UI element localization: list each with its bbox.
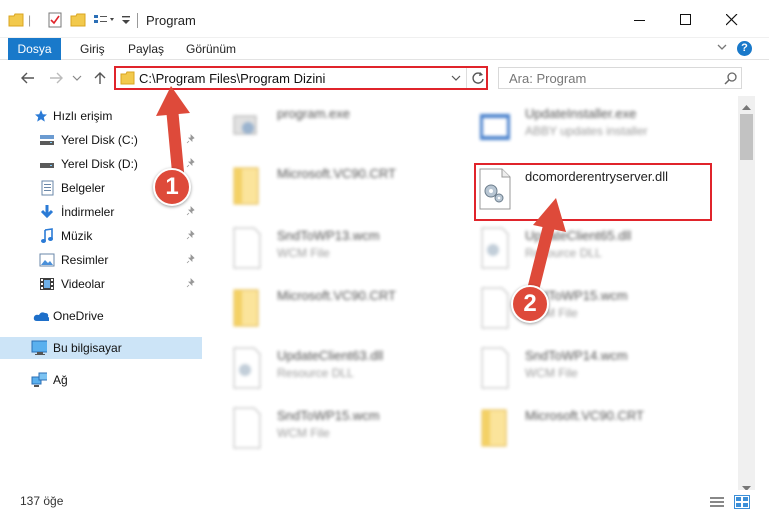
annotation-arrows — [156, 86, 566, 296]
arrow-1 — [156, 86, 190, 178]
step-badge-1: 1 — [153, 168, 191, 206]
arrow-2 — [527, 198, 566, 296]
step-badge-2: 2 — [511, 285, 549, 323]
